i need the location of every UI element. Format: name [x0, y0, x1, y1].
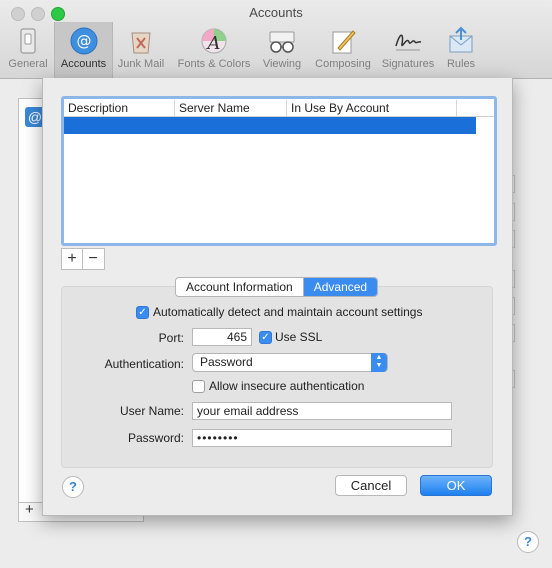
cancel-button[interactable]: Cancel	[335, 475, 407, 496]
help-button[interactable]: ?	[517, 531, 539, 553]
plus-icon: +	[25, 501, 34, 518]
port-label: Port:	[158, 331, 184, 345]
server-table[interactable]: Description Server Name In Use By Accoun…	[61, 96, 497, 246]
toolbar-item-viewing[interactable]: Viewing	[258, 22, 306, 78]
auto-detect-checkbox[interactable]: ✓	[136, 306, 149, 319]
svg-text:A: A	[206, 33, 221, 54]
authentication-label: Authentication:	[104, 357, 184, 371]
title-bar: Accounts General @ Accounts Junk Mail A …	[0, 0, 552, 79]
toolbar-label: Rules	[446, 58, 476, 70]
toolbar-item-accounts[interactable]: @ Accounts	[54, 22, 113, 78]
junk-mail-icon	[126, 26, 156, 56]
add-remove-control: + −	[61, 248, 105, 270]
ok-button[interactable]: OK	[420, 475, 492, 496]
column-header-description[interactable]: Description	[64, 100, 175, 116]
allow-insecure-checkbox[interactable]	[192, 380, 205, 393]
preferences-toolbar: General @ Accounts Junk Mail A Fonts & C…	[0, 22, 552, 78]
svg-text:@: @	[76, 32, 91, 50]
table-row[interactable]	[64, 117, 476, 134]
toolbar-item-signatures[interactable]: Signatures	[378, 22, 438, 78]
rules-icon	[446, 26, 476, 56]
toolbar-label: General	[8, 58, 48, 70]
at-sign-icon: @	[69, 26, 99, 56]
toolbar-item-general[interactable]: General	[4, 22, 52, 78]
help-button[interactable]: ?	[62, 476, 84, 498]
user-name-field[interactable]: your email address	[192, 402, 452, 420]
fonts-colors-icon: A	[199, 26, 229, 56]
toolbar-label: Fonts & Colors	[177, 58, 251, 70]
use-ssl-checkbox[interactable]: ✓	[259, 331, 272, 344]
toolbar-label: Signatures	[381, 58, 435, 70]
toolbar-item-composing[interactable]: Composing	[309, 22, 377, 78]
window-title: Accounts	[249, 5, 303, 20]
accounts-window: Accounts General @ Accounts Junk Mail A …	[0, 0, 552, 568]
column-header-server-name[interactable]: Server Name	[175, 100, 287, 116]
tab-control: Account Information Advanced	[175, 277, 379, 297]
table-row-trailing	[476, 117, 494, 134]
general-switch-icon	[13, 26, 43, 56]
table-header: Description Server Name In Use By Accoun…	[64, 99, 494, 117]
signature-icon	[393, 26, 423, 56]
column-header-in-use-by-account[interactable]: In Use By Account	[287, 100, 457, 116]
remove-server-button[interactable]: −	[83, 249, 103, 269]
toolbar-label: Junk Mail	[117, 58, 165, 70]
password-field[interactable]: ••••••••	[192, 429, 452, 447]
authentication-value: Password	[200, 355, 253, 369]
toolbar-item-fonts-colors[interactable]: A Fonts & Colors	[172, 22, 256, 78]
tab-account-information[interactable]: Account Information	[176, 278, 304, 296]
toolbar-label: Viewing	[262, 58, 302, 70]
user-name-label: User Name:	[119, 404, 184, 418]
toolbar-label: Composing	[315, 58, 371, 70]
toolbar-label: Accounts	[60, 58, 107, 70]
pencil-paper-icon	[328, 26, 358, 56]
allow-insecure-label: Allow insecure authentication	[209, 379, 365, 393]
chevron-up-down-icon: ▲ ▼	[371, 353, 387, 372]
glasses-icon	[267, 26, 297, 56]
port-field[interactable]: 465	[192, 328, 252, 346]
password-label: Password:	[127, 431, 184, 445]
add-server-button[interactable]: +	[62, 249, 83, 269]
toolbar-item-junk-mail[interactable]: Junk Mail	[113, 22, 169, 78]
tab-advanced[interactable]: Advanced	[303, 278, 378, 296]
server-list-sheet: Description Server Name In Use By Accoun…	[42, 78, 513, 516]
use-ssl-label: Use SSL	[275, 330, 323, 344]
auto-detect-label: Automatically detect and maintain accoun…	[153, 305, 423, 319]
toolbar-item-rules[interactable]: Rules	[441, 22, 481, 78]
authentication-popup[interactable]: Password ▲ ▼	[192, 353, 388, 372]
